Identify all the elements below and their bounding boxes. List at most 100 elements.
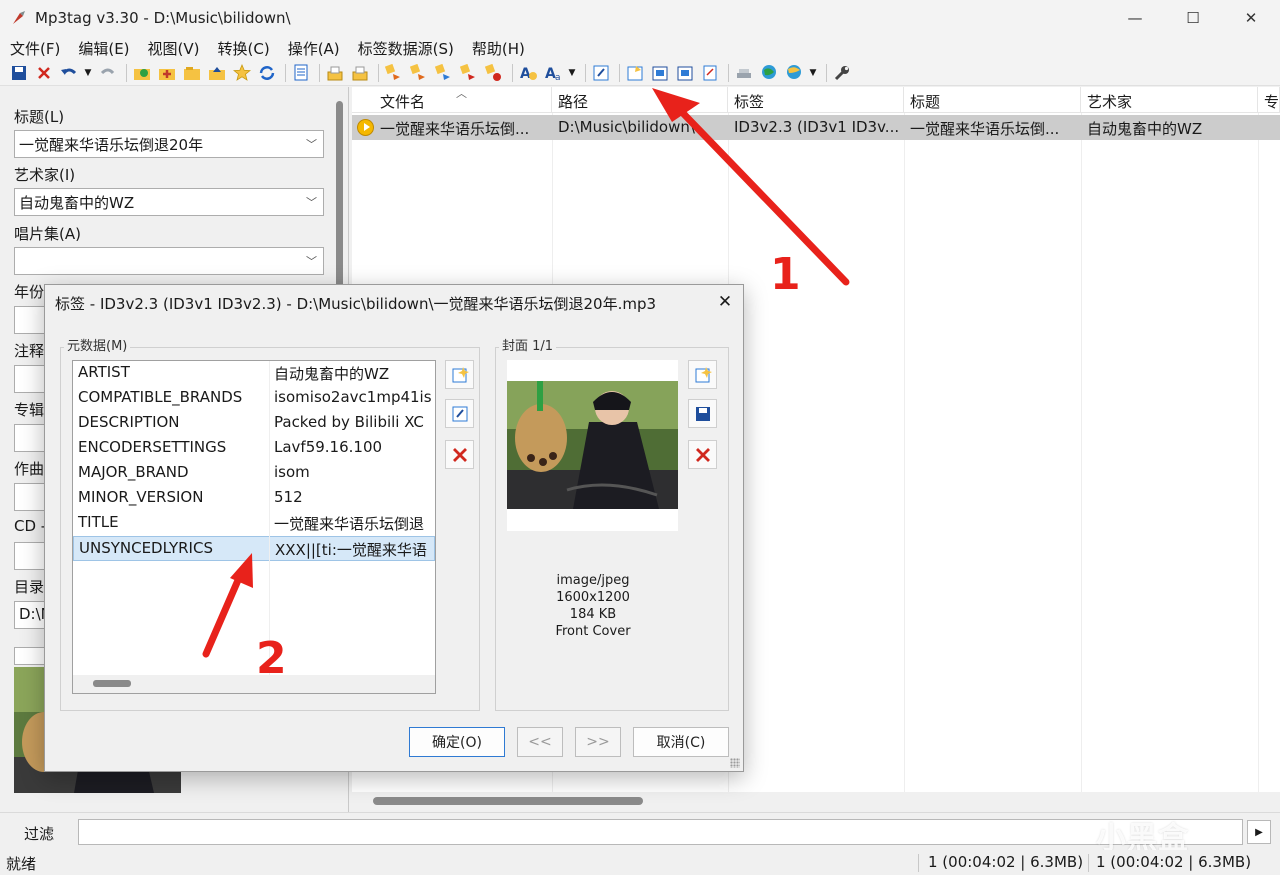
toolbar-separator	[512, 63, 513, 82]
menu-bar: 文件(F) 编辑(E) 视图(V) 转换(C) 操作(A) 标签数据源(S) 帮…	[0, 36, 1280, 60]
column-divider	[1258, 113, 1259, 793]
table-row[interactable]: 一觉醒来华语乐坛倒... D:\Music\bilidown\ ID3v2.3 …	[352, 115, 1280, 140]
filter-go-button[interactable]: ▶	[1247, 820, 1271, 844]
metadata-row[interactable]: MINOR_VERSION 512	[73, 486, 435, 511]
menu-file[interactable]: 文件(F)	[0, 38, 68, 59]
tag-sources-icon[interactable]	[624, 62, 645, 83]
web-source-dropdown-icon[interactable]: ▼	[808, 68, 818, 78]
file-list-hscroll-thumb[interactable]	[373, 797, 643, 805]
add-files-icon[interactable]	[156, 62, 177, 83]
edit-field-button[interactable]	[445, 399, 474, 428]
maximize-button[interactable]: ☐	[1164, 0, 1222, 36]
web-source-2-icon[interactable]	[783, 62, 804, 83]
cover-dimensions: 1600x1200	[556, 590, 630, 605]
web-source-icon[interactable]	[758, 62, 779, 83]
chevron-down-icon[interactable]: ﹀	[306, 136, 317, 152]
paste-tag-icon[interactable]	[674, 62, 695, 83]
previous-file-button[interactable]: <<	[517, 727, 563, 757]
column-filename[interactable]: 文件名 ︿	[352, 87, 552, 113]
metadata-row-selected[interactable]: UNSYNCEDLYRICS XXX||[ti:一觉醒来华语	[73, 536, 435, 561]
cover-image[interactable]	[507, 360, 678, 531]
cancel-button[interactable]: 取消(C)	[633, 727, 729, 757]
undo-icon[interactable]	[58, 62, 79, 83]
playlist-icon[interactable]	[290, 62, 311, 83]
menu-tag-sources[interactable]: 标签数据源(S)	[348, 38, 462, 59]
column-tag[interactable]: 标签	[728, 87, 904, 113]
chevron-down-icon[interactable]: ﹀	[306, 194, 317, 210]
column-artist[interactable]: 艺术家	[1081, 87, 1258, 113]
remove-tag-icon[interactable]	[33, 62, 54, 83]
save-cover-button[interactable]	[688, 399, 717, 428]
filter-input[interactable]	[78, 819, 1243, 845]
filter-label: 过滤	[24, 825, 55, 843]
undo-dropdown-icon[interactable]: ▼	[83, 68, 93, 78]
resize-grip[interactable]	[730, 758, 740, 768]
metadata-row[interactable]: TITLE 一觉醒来华语乐坛倒退	[73, 511, 435, 536]
status-selected: 1 (00:04:02 | 6.3MB)	[928, 853, 1084, 871]
ok-button[interactable]: 确定(O)	[409, 727, 505, 757]
autonumber-icon[interactable]	[699, 62, 720, 83]
metadata-hscroll-thumb[interactable]	[93, 680, 131, 687]
toolbar-separator	[619, 63, 620, 82]
options-icon[interactable]	[831, 62, 852, 83]
artist-field[interactable]: 自动鬼畜中的WZ ﹀	[14, 188, 324, 216]
metadata-list[interactable]: ARTIST 自动鬼畜中的WZ COMPATIBLE_BRANDS isomis…	[72, 360, 436, 694]
actions-dropdown-icon[interactable]: ▼	[567, 68, 577, 78]
column-divider	[1081, 113, 1082, 793]
print-icon[interactable]	[349, 62, 370, 83]
column-title[interactable]: 标题	[904, 87, 1081, 113]
metadata-key: COMPATIBLE_BRANDS	[78, 388, 243, 406]
menu-actions[interactable]: 操作(A)	[278, 38, 348, 59]
save-icon[interactable]	[8, 62, 29, 83]
metadata-row[interactable]: MAJOR_BRAND isom	[73, 461, 435, 486]
tag-to-filename-icon[interactable]	[383, 62, 404, 83]
status-divider	[1088, 854, 1089, 872]
metadata-row[interactable]: ENCODERSETTINGS Lavf59.16.100	[73, 436, 435, 461]
favorites-icon[interactable]	[231, 62, 252, 83]
add-cover-button[interactable]	[688, 360, 717, 389]
copy-tag-icon[interactable]	[649, 62, 670, 83]
metadata-key: MAJOR_BRAND	[78, 463, 189, 481]
album-field[interactable]: ﹀	[14, 247, 324, 275]
extended-tags-dialog: 标签 - ID3v2.3 (ID3v1 ID3v2.3) - D:\Music\…	[44, 284, 744, 772]
actions-icon[interactable]: Aa	[542, 62, 563, 83]
add-cover-icon	[695, 366, 712, 382]
column-album[interactable]: 专	[1258, 87, 1280, 113]
column-path[interactable]: 路径	[552, 87, 728, 113]
tag-to-tag-icon[interactable]	[483, 62, 504, 83]
menu-help[interactable]: 帮助(H)	[462, 38, 533, 59]
title-field[interactable]: 一觉醒来华语乐坛倒退20年 ﹀	[14, 130, 324, 158]
extended-tags-icon[interactable]	[590, 62, 611, 83]
delete-field-button[interactable]	[445, 440, 474, 469]
menu-view[interactable]: 视图(V)	[138, 38, 208, 59]
dialog-close-button[interactable]: ✕	[712, 289, 738, 315]
folder-up-icon[interactable]	[206, 62, 227, 83]
menu-edit[interactable]: 编辑(E)	[68, 38, 137, 59]
metadata-row[interactable]: DESCRIPTION Packed by Bilibili XC	[73, 411, 435, 436]
menu-convert[interactable]: 转换(C)	[208, 38, 278, 59]
chevron-down-icon[interactable]: ﹀	[306, 253, 317, 269]
export-icon[interactable]	[324, 62, 345, 83]
toolbar-separator	[378, 63, 379, 82]
refresh-icon[interactable]	[256, 62, 277, 83]
next-file-button[interactable]: >>	[575, 727, 621, 757]
add-field-button[interactable]	[445, 360, 474, 389]
filter-bar: 过滤 ▶	[0, 812, 1280, 850]
metadata-value: Lavf59.16.100	[274, 438, 383, 456]
metadata-row[interactable]: ARTIST 自动鬼畜中的WZ	[73, 361, 435, 386]
delete-cover-button[interactable]	[688, 440, 717, 469]
minimize-button[interactable]: —	[1106, 0, 1164, 36]
add-directory-icon[interactable]	[131, 62, 152, 83]
filename-to-filename-icon[interactable]	[433, 62, 454, 83]
metadata-row[interactable]: COMPATIBLE_BRANDS isomiso2avc1mp41is	[73, 386, 435, 411]
case-conversion-icon[interactable]: A	[517, 62, 538, 83]
filename-to-tag-icon[interactable]	[408, 62, 429, 83]
close-button[interactable]: ✕	[1222, 0, 1280, 36]
metadata-hscrollbar[interactable]	[73, 675, 435, 693]
column-divider	[269, 361, 270, 675]
delete-icon	[695, 447, 710, 462]
cover-size: 184 KB	[569, 607, 617, 622]
text-file-to-tag-icon[interactable]	[458, 62, 479, 83]
metadata-key: ENCODERSETTINGS	[78, 438, 227, 456]
open-folder-icon[interactable]	[181, 62, 202, 83]
